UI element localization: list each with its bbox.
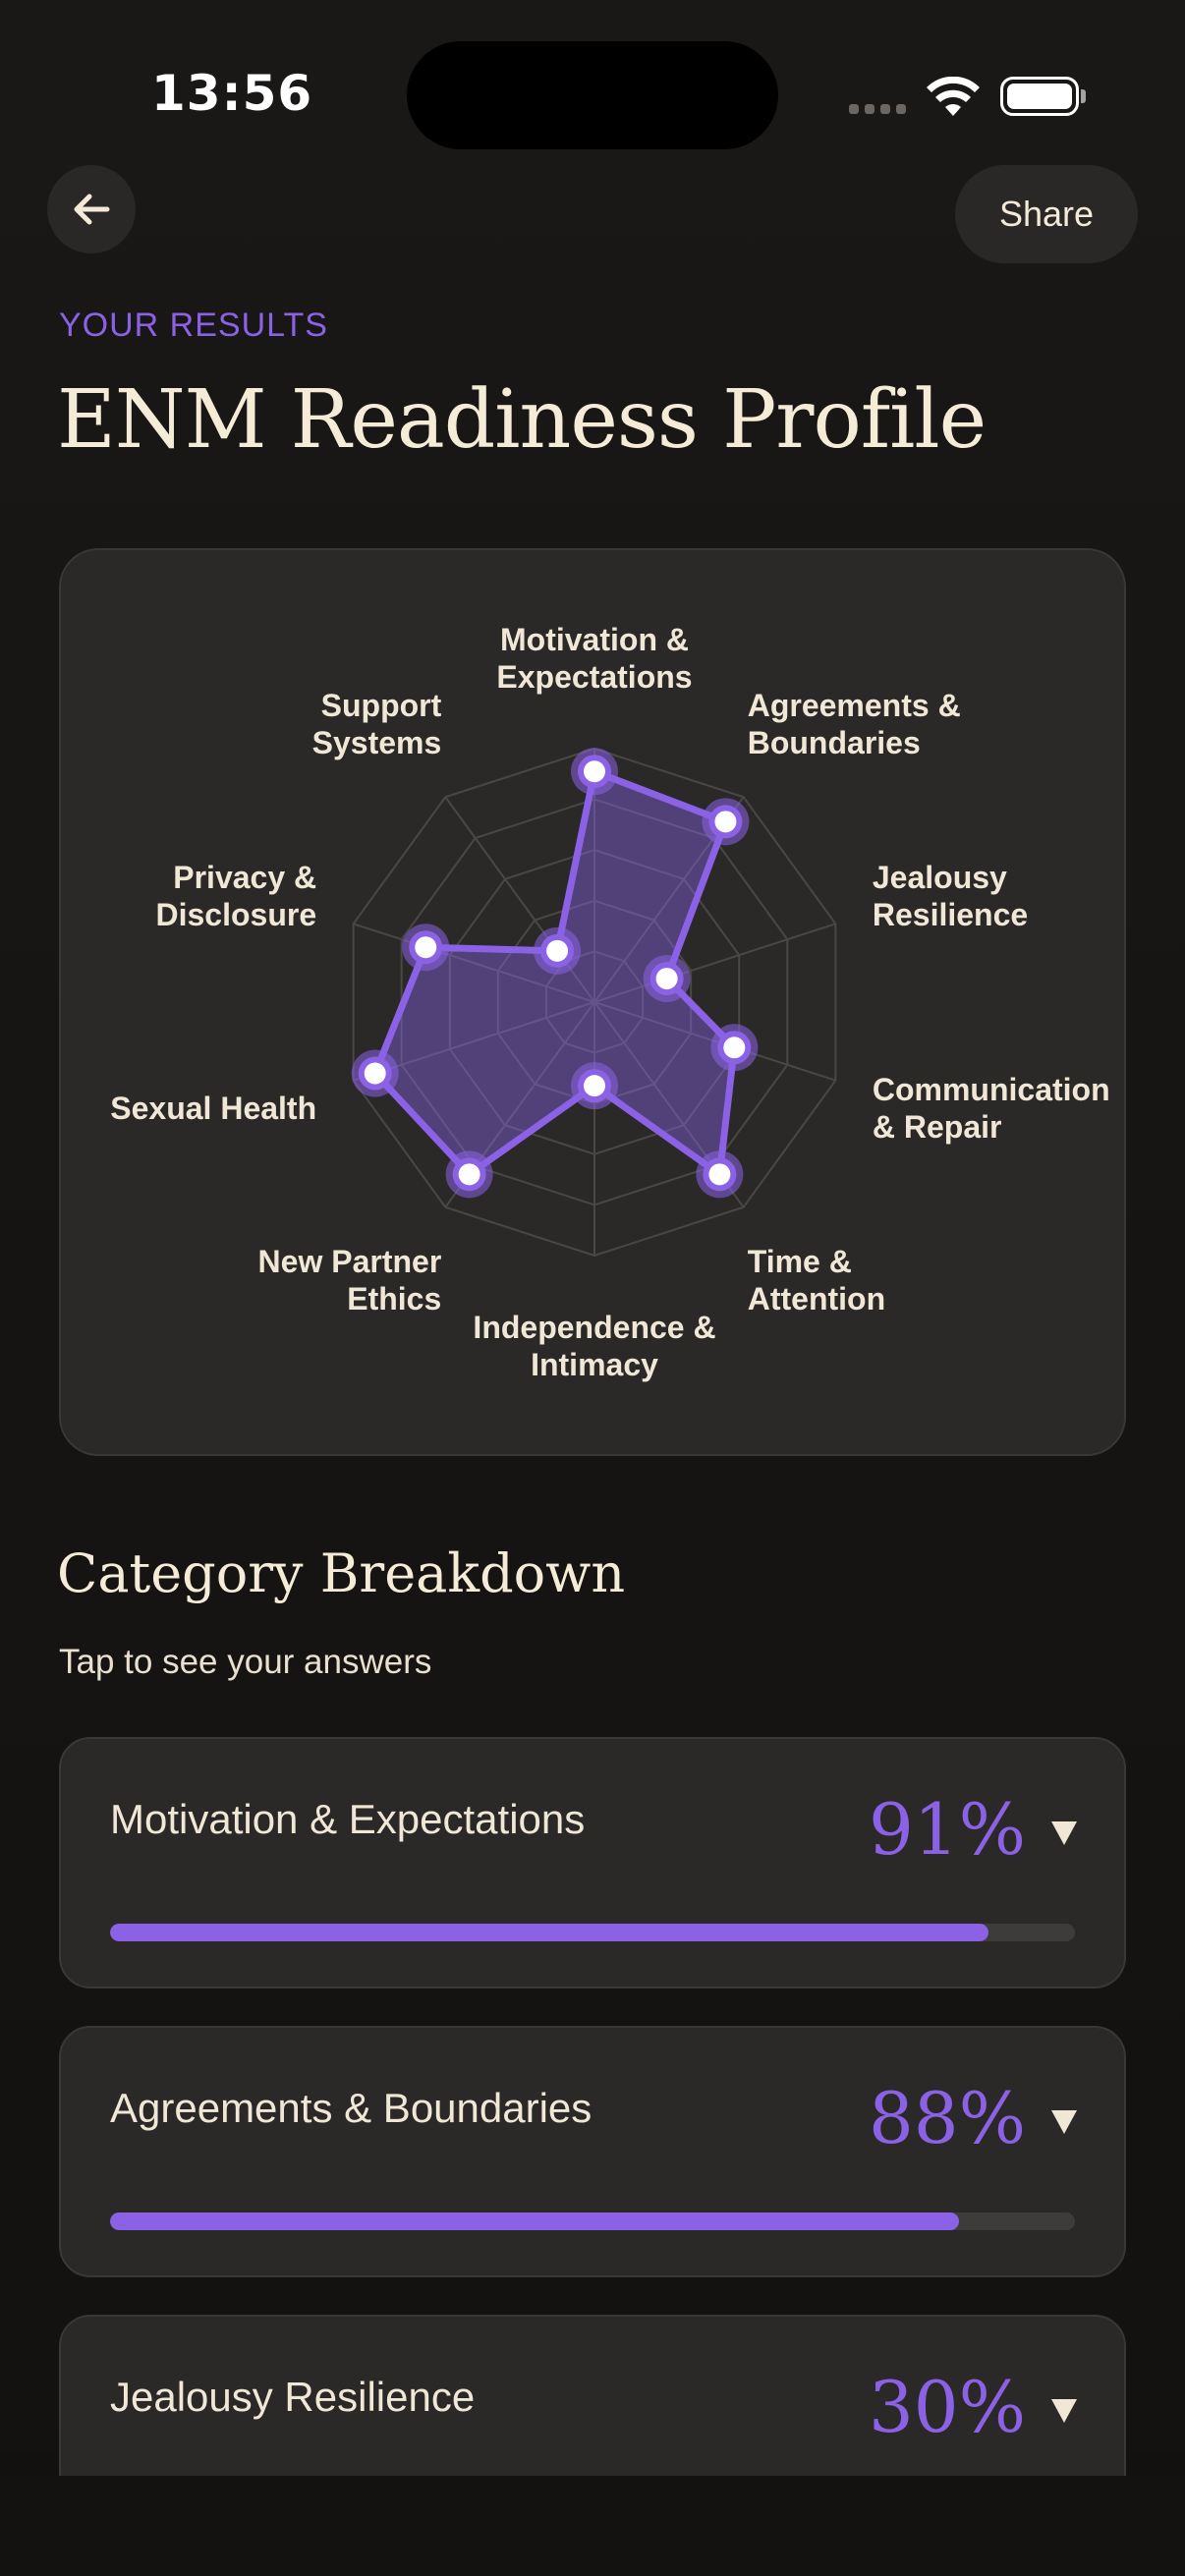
cellular-signal-icon: [849, 104, 906, 114]
wifi-icon: [927, 77, 980, 116]
axis-label: Sexual Health: [110, 1091, 316, 1126]
axis-label: Jealousy Resilience: [873, 860, 1028, 932]
radar-chart-card: Motivation & Expectations Agreements & Boun…: [59, 548, 1126, 1456]
data-point: [546, 939, 569, 962]
progress-fill: [110, 2212, 960, 2230]
breakdown-subtitle: Tap to see your answers: [59, 1643, 432, 1681]
axis-label: Time & Attention: [748, 1244, 885, 1316]
category-name: Agreements & Boundaries: [110, 2085, 592, 2131]
axis-label: Support Systems: [312, 688, 442, 760]
data-point: [415, 936, 437, 959]
caret-down-icon: [1051, 1821, 1077, 1845]
data-point: [714, 811, 737, 833]
category-card-agreements[interactable]: Agreements & Boundaries 88%: [59, 2026, 1126, 2277]
data-point: [584, 1075, 605, 1097]
category-name: Motivation & Expectations: [110, 1796, 586, 1842]
category-percent: 30%: [868, 2366, 1026, 2448]
category-card-motivation[interactable]: Motivation & Expectations 91%: [59, 1737, 1126, 1988]
category-percent: 91%: [868, 1788, 1026, 1871]
caret-down-icon: [1051, 2399, 1077, 2423]
dynamic-island: [407, 41, 778, 149]
axis-label: Communication & Repair: [873, 1072, 1110, 1145]
data-point: [584, 760, 605, 783]
data-point: [364, 1062, 386, 1085]
radar-chart: Motivation & Expectations Agreements & Boun…: [110, 622, 1110, 1382]
axis-label: Agreements & Boundaries: [748, 688, 961, 760]
data-point: [708, 1163, 731, 1186]
axis-label: Motivation & Expectations: [496, 622, 692, 695]
progress-track: [110, 2212, 1075, 2230]
results-eyebrow: YOUR RESULTS: [59, 307, 328, 344]
battery-cap: [1081, 89, 1086, 103]
caret-down-icon: [1051, 2110, 1077, 2134]
data-point: [655, 968, 678, 990]
data-point: [723, 1036, 746, 1059]
progress-fill: [110, 1924, 988, 1941]
progress-track: [110, 1924, 1075, 1941]
data-point: [458, 1163, 480, 1186]
battery-icon: [1000, 77, 1079, 116]
results-screen: 13:56 Share YOUR RESULTS ENM Readiness P…: [0, 0, 1185, 2576]
category-name: Jealousy Resilience: [110, 2374, 476, 2420]
bottom-clip: [0, 2476, 1185, 2576]
breakdown-title: Category Breakdown: [57, 1542, 626, 1604]
axis-label: New Partner Ethics: [258, 1244, 442, 1316]
status-time: 13:56: [151, 65, 313, 122]
share-button[interactable]: Share: [955, 165, 1138, 263]
category-percent: 88%: [868, 2077, 1026, 2159]
page-title: ENM Readiness Profile: [57, 373, 987, 467]
axis-label: Privacy & Disclosure: [156, 860, 317, 932]
axis-label: Independence & Intimacy: [473, 1310, 715, 1382]
arrow-left-icon: [74, 194, 110, 225]
back-button[interactable]: [47, 165, 136, 253]
